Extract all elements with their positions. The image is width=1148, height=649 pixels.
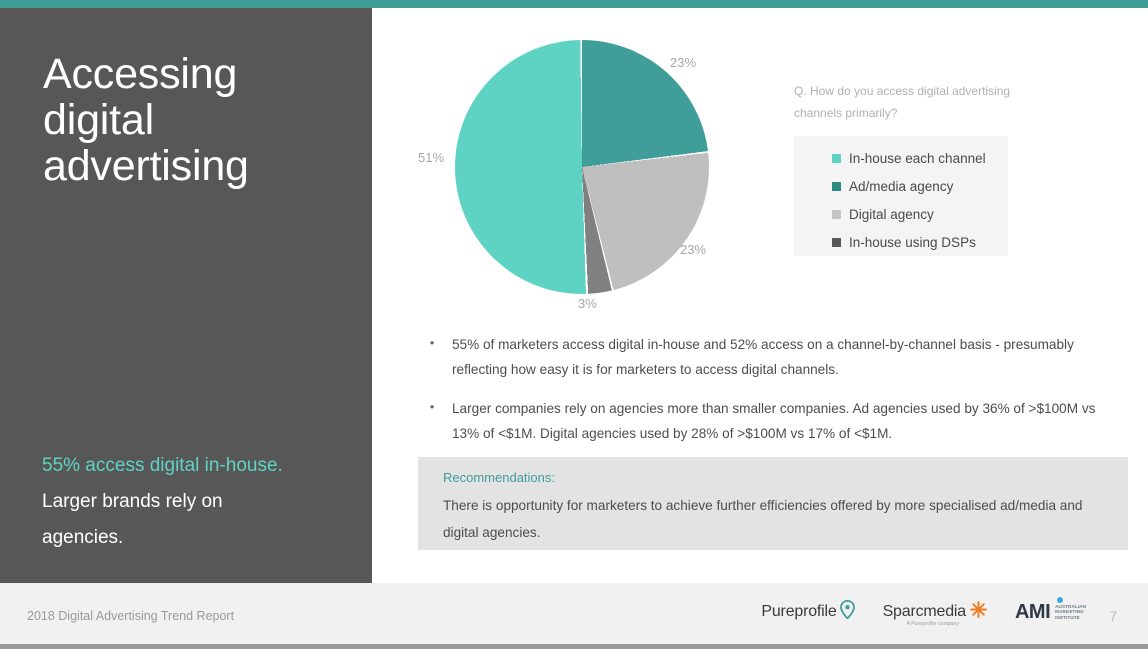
legend-label: Digital agency bbox=[849, 206, 934, 222]
legend-swatch-icon bbox=[832, 181, 841, 191]
pie-graphic bbox=[455, 40, 709, 294]
pie-label-digital-agency: 23% bbox=[680, 242, 707, 257]
page-title: Accessing digital advertising bbox=[43, 50, 249, 190]
pureprofile-logo: Pureprofile bbox=[761, 599, 855, 624]
legend-label: In-house using DSPs bbox=[849, 234, 976, 250]
ami-subtext: AUSTRALIAN MARKETING INSTITUTE bbox=[1055, 604, 1086, 621]
sidebar-panel: Accessing digital advertising 55% access… bbox=[0, 8, 372, 583]
pie-label-in-house-each-channel: 51% bbox=[418, 150, 445, 165]
legend-label: In-house each channel bbox=[849, 150, 986, 166]
sparcmedia-tagline: A Pureprofile company bbox=[906, 621, 959, 627]
bullet-text: Larger companies rely on agencies more t… bbox=[452, 401, 1096, 441]
legend-item-ad-media-agency: Ad/media agency bbox=[832, 172, 986, 200]
kicker-sub-line2: agencies. bbox=[42, 527, 124, 548]
recommendations-body: There is opportunity for marketers to ac… bbox=[443, 498, 1083, 540]
insight-bullet-list: • 55% of marketers access digital in-hou… bbox=[430, 332, 1110, 460]
location-pin-icon bbox=[839, 599, 855, 624]
recommendations-title: Recommendations: bbox=[443, 470, 555, 485]
slide: Accessing digital advertising 55% access… bbox=[0, 0, 1148, 649]
legend-swatch-icon bbox=[832, 209, 841, 219]
bullet-text: 55% of marketers access digital in-house… bbox=[452, 337, 1074, 377]
ami-subtext-line3: INSTITUTE bbox=[1055, 614, 1080, 620]
kicker-highlight: 55% access digital in-house. bbox=[42, 455, 283, 476]
ami-logo: AMI AUSTRALIAN MARKETING INSTITUTE bbox=[1014, 596, 1086, 624]
legend-swatch-icon bbox=[832, 153, 841, 163]
bullet-dot-icon: • bbox=[430, 336, 435, 350]
pie-chart: 23% 51% 23% 3% bbox=[400, 20, 760, 320]
pureprofile-wordmark: Pureprofile bbox=[761, 603, 837, 620]
pie-label-ad-media-agency: 23% bbox=[670, 55, 697, 70]
star-burst-icon bbox=[970, 601, 987, 623]
footer-divider bbox=[0, 644, 1148, 649]
page-number: 7 bbox=[1109, 608, 1117, 624]
legend-item-in-house-each-channel: In-house each channel bbox=[832, 144, 986, 172]
footer: 2018 Digital Advertising Trend Report Pu… bbox=[0, 583, 1148, 649]
chart-legend: In-house each channel Ad/media agency Di… bbox=[794, 136, 1008, 256]
list-item: • 55% of marketers access digital in-hou… bbox=[430, 332, 1110, 382]
ami-dot-icon bbox=[1056, 596, 1063, 603]
legend-label: Ad/media agency bbox=[849, 178, 954, 194]
top-accent-bar bbox=[0, 0, 1148, 8]
pie-label-in-house-using-dsps: 3% bbox=[578, 296, 597, 311]
list-item: • Larger companies rely on agencies more… bbox=[430, 396, 1110, 446]
kicker-sub-line1: Larger brands rely on bbox=[42, 491, 223, 512]
recommendations-box: Recommendations: There is opportunity fo… bbox=[418, 457, 1128, 550]
legend-item-digital-agency: Digital agency bbox=[832, 200, 986, 228]
legend-list: In-house each channel Ad/media agency Di… bbox=[832, 144, 986, 256]
sparcmedia-logo: Sparcmedia A Pureprofile company bbox=[882, 601, 987, 627]
sparcmedia-wordmark: Sparcmedia bbox=[882, 603, 967, 620]
ami-wordmark: AMI bbox=[1014, 600, 1051, 623]
bullet-dot-icon: • bbox=[430, 400, 435, 414]
survey-question: Q. How do you access digital advertising… bbox=[794, 84, 1011, 120]
legend-item-in-house-using-dsps: In-house using DSPs bbox=[832, 228, 986, 256]
sidebar-kicker: 55% access digital in-house. Larger bran… bbox=[42, 448, 362, 556]
footer-logos: Pureprofile Sparcmedia A Pureprofile com… bbox=[761, 596, 1086, 627]
footer-report-name: 2018 Digital Advertising Trend Report bbox=[27, 609, 235, 623]
legend-swatch-icon bbox=[832, 237, 841, 247]
